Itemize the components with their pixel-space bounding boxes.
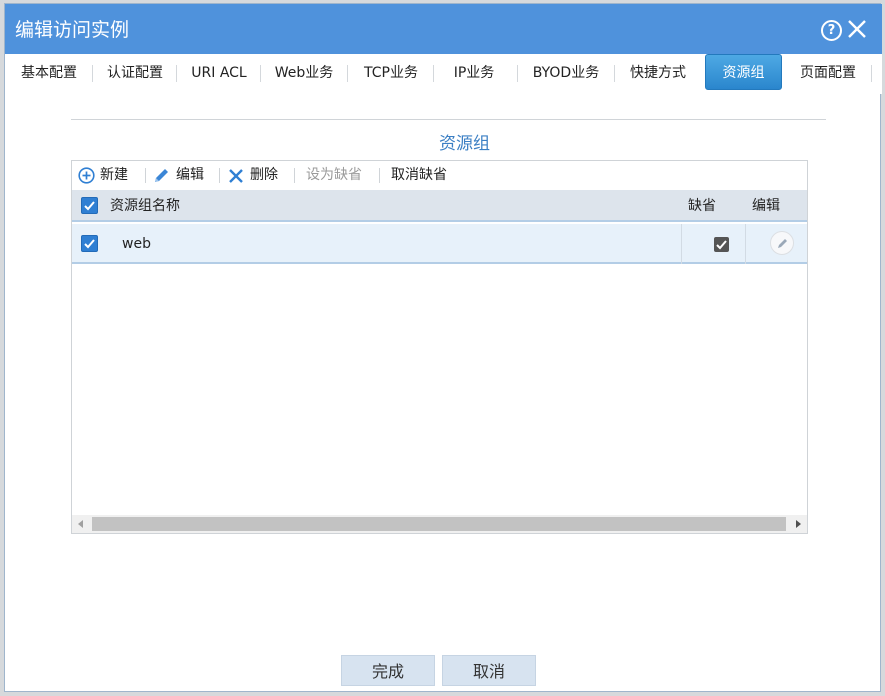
dialog-title: 编辑访问实例 — [15, 19, 130, 41]
table-header: 资源组名称 缺省 编辑 — [72, 190, 807, 222]
checkmark-icon — [84, 201, 95, 211]
tab-auth-config[interactable]: 认证配置 — [95, 54, 175, 92]
delete-x-icon — [229, 169, 243, 183]
tab-divider — [92, 65, 93, 82]
checkmark-icon — [84, 239, 95, 249]
scroll-right-icon[interactable] — [796, 520, 801, 528]
tab-divider — [614, 65, 615, 82]
table-row[interactable]: web — [72, 224, 807, 264]
tab-bar: 基本配置 认证配置 URI ACL Web业务 TCP业务 IP业务 BYOD业… — [5, 54, 882, 94]
tab-divider — [871, 65, 872, 82]
tab-page-config[interactable]: 页面配置 — [787, 54, 869, 92]
row-edit-button[interactable] — [770, 231, 794, 255]
help-icon[interactable]: ? — [821, 20, 842, 41]
row-resource-group-name: web — [122, 236, 151, 252]
section-divider — [71, 119, 826, 120]
set-default-button[interactable]: 设为缺省 — [306, 165, 370, 186]
cancel-button[interactable]: 取消 — [442, 655, 536, 686]
close-icon[interactable] — [846, 18, 868, 40]
edit-access-instance-dialog: 编辑访问实例 ? 基本配置 认证配置 URI ACL Web业务 TCP业务 I… — [4, 3, 882, 692]
column-header-name[interactable]: 资源组名称 — [110, 190, 180, 222]
tab-basic-config[interactable]: 基本配置 — [9, 54, 89, 92]
grid-toolbar: 新建 编辑 删除 设为缺省 取消缺省 — [72, 161, 807, 190]
tab-resource-group[interactable]: 资源组 — [705, 54, 782, 90]
edit-button[interactable]: 编辑 — [152, 165, 212, 186]
select-all-checkbox[interactable] — [81, 197, 98, 214]
tab-uri-acl[interactable]: URI ACL — [179, 54, 259, 92]
delete-button-label: 删除 — [250, 167, 278, 183]
edit-button-label: 编辑 — [176, 167, 204, 183]
scroll-left-icon[interactable] — [78, 520, 83, 528]
pencil-icon — [155, 169, 168, 182]
scrollbar-thumb[interactable] — [92, 517, 786, 531]
toolbar-divider — [294, 168, 295, 183]
row-default-checkbox — [714, 237, 729, 252]
cancel-default-button[interactable]: 取消缺省 — [391, 165, 457, 186]
delete-button[interactable]: 删除 — [228, 165, 288, 186]
horizontal-scrollbar[interactable] — [72, 515, 807, 533]
tab-ip-service[interactable]: IP业务 — [433, 54, 515, 92]
column-header-default[interactable]: 缺省 — [688, 190, 716, 222]
toolbar-divider — [379, 168, 380, 183]
cell-divider — [745, 224, 746, 264]
add-icon — [78, 167, 95, 184]
pencil-icon — [778, 239, 787, 248]
tab-divider — [176, 65, 177, 82]
done-button[interactable]: 完成 — [341, 655, 435, 686]
tab-divider — [347, 65, 348, 82]
resource-group-grid: 新建 编辑 删除 设为缺省 取消缺省 资源组名称 缺省 编辑 web — [71, 160, 808, 534]
row-select-checkbox[interactable] — [81, 235, 98, 252]
tab-tcp-service[interactable]: TCP业务 — [350, 54, 432, 92]
column-header-edit: 编辑 — [752, 198, 780, 214]
checkmark-icon — [716, 240, 727, 250]
tab-divider — [260, 65, 261, 82]
new-button-label: 新建 — [100, 167, 128, 183]
tab-divider — [517, 65, 518, 82]
tab-shortcuts[interactable]: 快捷方式 — [617, 54, 699, 92]
tab-byod-service[interactable]: BYOD业务 — [520, 54, 612, 92]
section-title: 资源组 — [439, 134, 490, 154]
cell-divider — [681, 224, 682, 264]
toolbar-divider — [219, 168, 220, 183]
new-button[interactable]: 新建 — [78, 165, 138, 186]
toolbar-divider — [145, 168, 146, 183]
tab-web-service[interactable]: Web业务 — [263, 54, 345, 92]
dialog-titlebar: 编辑访问实例 ? — [5, 4, 882, 54]
